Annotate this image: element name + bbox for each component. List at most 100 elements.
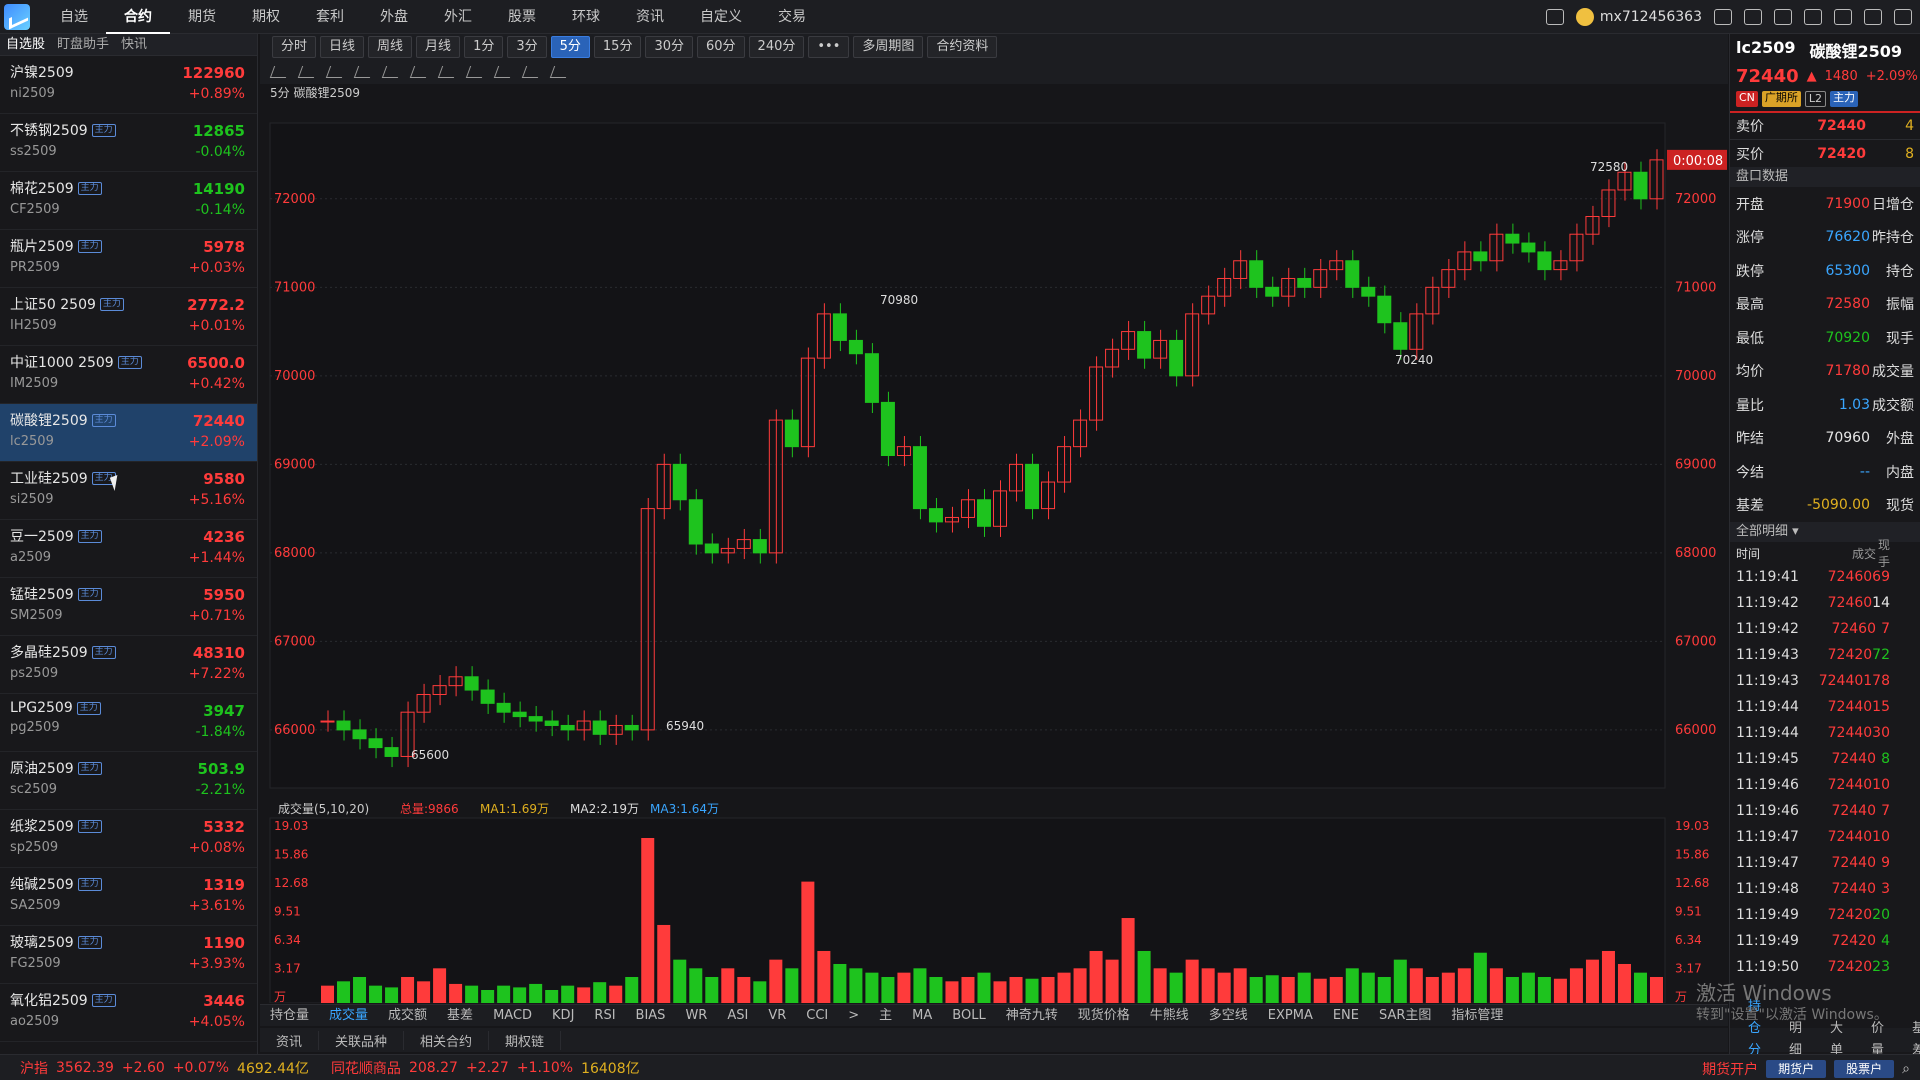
indicator-tab[interactable]: KDJ	[542, 1005, 584, 1027]
list-item[interactable]: LPG2509 主力 pg2509 3947 -1.84%	[0, 694, 257, 752]
search-icon[interactable]: ⌕	[1902, 1061, 1910, 1077]
channel-tool-icon[interactable]	[325, 66, 347, 78]
indicator-tab[interactable]: 多空线	[1199, 1005, 1258, 1027]
indicator-tab[interactable]: BIAS	[626, 1005, 676, 1027]
list-item[interactable]: 多晶硅2509 主力 ps2509 48310 +7.22%	[0, 636, 257, 694]
briefcase-icon[interactable]	[1774, 9, 1792, 25]
period-button[interactable]: 3分	[507, 36, 547, 58]
indicator-tab[interactable]: ASI	[717, 1005, 758, 1027]
stock-account-button[interactable]: 股票户	[1834, 1060, 1895, 1078]
bid-row[interactable]: 买价 72420 8	[1730, 139, 1920, 167]
period-button[interactable]: 多周期图	[853, 36, 924, 58]
nav-item[interactable]: 环球	[554, 0, 618, 34]
indicator-tab[interactable]: SAR主图	[1369, 1005, 1441, 1027]
window-icon[interactable]	[1744, 9, 1762, 25]
mail-icon[interactable]	[1804, 9, 1822, 25]
period-button[interactable]: 5分	[550, 36, 590, 58]
list-item[interactable]: 棉花2509 主力 CF2509 14190 -0.14%	[0, 172, 257, 230]
list-item[interactable]: 原油2509 主力 sc2509 503.9 -2.21%	[0, 752, 257, 810]
bottom-tab[interactable]: 相关合约	[404, 1030, 490, 1050]
bottom-tab[interactable]: 关联品种	[319, 1030, 405, 1050]
open-account-link[interactable]: 期货开户	[1702, 1059, 1758, 1079]
rect-tool-icon[interactable]	[381, 66, 403, 78]
bottom-tab[interactable]: 资讯	[260, 1030, 320, 1050]
measure-tool-icon[interactable]	[493, 66, 515, 78]
tab-monitor[interactable]: 盯盘助手	[51, 34, 115, 55]
indicator-tab[interactable]: VR	[758, 1005, 796, 1027]
list-item[interactable]: 氧化铝2509 主力 ao2509 3446 +4.05%	[0, 984, 257, 1042]
indicator-tab[interactable]: RSI	[584, 1005, 625, 1027]
tab-watchlist[interactable]: 自选股	[0, 34, 51, 55]
nav-item[interactable]: 外盘	[362, 0, 426, 34]
list-item[interactable]: 不锈钢2509 主力 ss2509 12865 -0.04%	[0, 114, 257, 172]
index-name[interactable]: 同花顺商品	[331, 1058, 401, 1078]
period-button[interactable]: 合约资料	[927, 36, 998, 58]
eye-icon[interactable]	[1545, 9, 1564, 25]
bottom-tab[interactable]: 期权链	[489, 1030, 562, 1050]
bell-icon[interactable]	[1834, 9, 1852, 25]
indicator-tab[interactable]: >	[838, 1005, 869, 1027]
brush-tool-icon[interactable]	[465, 66, 487, 78]
line-tool-icon[interactable]	[269, 66, 291, 78]
list-item[interactable]: 中证1000 2509 主力 IM2509 6500.0 +0.42%	[0, 346, 257, 404]
indicator-tab[interactable]: 成交额	[378, 1005, 437, 1027]
tab-news[interactable]: 快讯	[115, 34, 153, 55]
list-item[interactable]: 碳酸锂2509 主力 lc2509 72440 +2.09%	[0, 404, 257, 462]
nav-item[interactable]: 外汇	[426, 0, 490, 34]
indicator-tab[interactable]: MACD	[483, 1005, 542, 1027]
indicator-tab[interactable]: MA	[902, 1005, 942, 1027]
period-button[interactable]: 30分	[645, 36, 693, 58]
minimize-icon[interactable]	[1894, 9, 1912, 25]
period-button[interactable]: 月线	[416, 36, 461, 58]
period-button[interactable]: 周线	[368, 36, 413, 58]
list-item[interactable]: 纯碱2509 主力 SA2509 1319 +3.61%	[0, 868, 257, 926]
futures-account-button[interactable]: 期货户	[1766, 1060, 1827, 1078]
magnet-tool-icon[interactable]	[521, 66, 543, 78]
list-item[interactable]: 上证50 2509 主力 IH2509 2772.2 +0.01%	[0, 288, 257, 346]
indicator-tab[interactable]: 基差	[437, 1005, 483, 1027]
layers-icon[interactable]	[1714, 9, 1732, 25]
menu-icon[interactable]	[1864, 9, 1882, 25]
nav-item[interactable]: 期权	[234, 0, 298, 34]
indicator-tab[interactable]: BOLL	[942, 1005, 995, 1027]
indicator-tab[interactable]: WR	[675, 1005, 717, 1027]
period-button[interactable]: 分时	[272, 36, 317, 58]
kline-chart[interactable]: 66000 66000 67000 67000 68000 68000 69000 69000…	[260, 78, 1728, 1003]
list-item[interactable]: 玻璃2509 主力 FG2509 1190 +3.93%	[0, 926, 257, 984]
indicator-tab[interactable]: 神奇九转	[996, 1005, 1068, 1027]
indicator-tab[interactable]: CCI	[796, 1005, 838, 1027]
nav-item[interactable]: 交易	[760, 0, 824, 34]
period-button[interactable]: 15分	[593, 36, 642, 58]
arrow-tool-icon[interactable]	[409, 66, 431, 78]
indicator-tab[interactable]: 持仓量	[260, 1005, 319, 1027]
indicator-tab[interactable]: ENE	[1323, 1005, 1369, 1027]
period-button[interactable]: 60分	[697, 36, 745, 58]
nav-item[interactable]: 资讯	[618, 0, 682, 34]
index-name[interactable]: 沪指	[20, 1058, 48, 1078]
eraser-tool-icon[interactable]	[549, 66, 571, 78]
user-menu[interactable]: mx712456363	[1575, 8, 1702, 26]
indicator-tab[interactable]: 主	[869, 1005, 902, 1027]
nav-item[interactable]: 自选	[42, 0, 106, 34]
ray-tool-icon[interactable]	[297, 66, 319, 78]
list-item[interactable]: 工业硅2509 主力 si2509 9580 +5.16%	[0, 462, 257, 520]
fib-tool-icon[interactable]	[353, 66, 375, 78]
period-button[interactable]: 日线	[320, 36, 365, 58]
indicator-tab[interactable]: 牛熊线	[1140, 1005, 1199, 1027]
indicator-tab[interactable]: 成交量	[319, 1005, 378, 1027]
nav-item[interactable]: 期货	[170, 0, 234, 34]
period-button[interactable]: 240分	[748, 36, 805, 58]
list-item[interactable]: 锰硅2509 主力 SM2509 5950 +0.71%	[0, 578, 257, 636]
nav-item[interactable]: 股票	[490, 0, 554, 34]
list-item[interactable]: 瓶片2509 主力 PR2509 5978 +0.03%	[0, 230, 257, 288]
period-button[interactable]: 1分	[464, 36, 504, 58]
indicator-tab[interactable]: 现货价格	[1068, 1005, 1140, 1027]
list-item[interactable]: 豆一2509 主力 a2509 4236 +1.44%	[0, 520, 257, 578]
indicator-tab[interactable]: 指标管理	[1441, 1005, 1513, 1027]
text-tool-icon[interactable]	[437, 66, 459, 78]
list-item[interactable]: 纸浆2509 主力 sp2509 5332 +0.08%	[0, 810, 257, 868]
list-item[interactable]: 沪镍2509 ni2509 122960 +0.89%	[0, 56, 257, 114]
ask-row[interactable]: 卖价 72440 4	[1730, 111, 1920, 139]
period-button[interactable]: •••	[808, 36, 850, 58]
indicator-tab[interactable]: EXPMA	[1258, 1005, 1323, 1027]
